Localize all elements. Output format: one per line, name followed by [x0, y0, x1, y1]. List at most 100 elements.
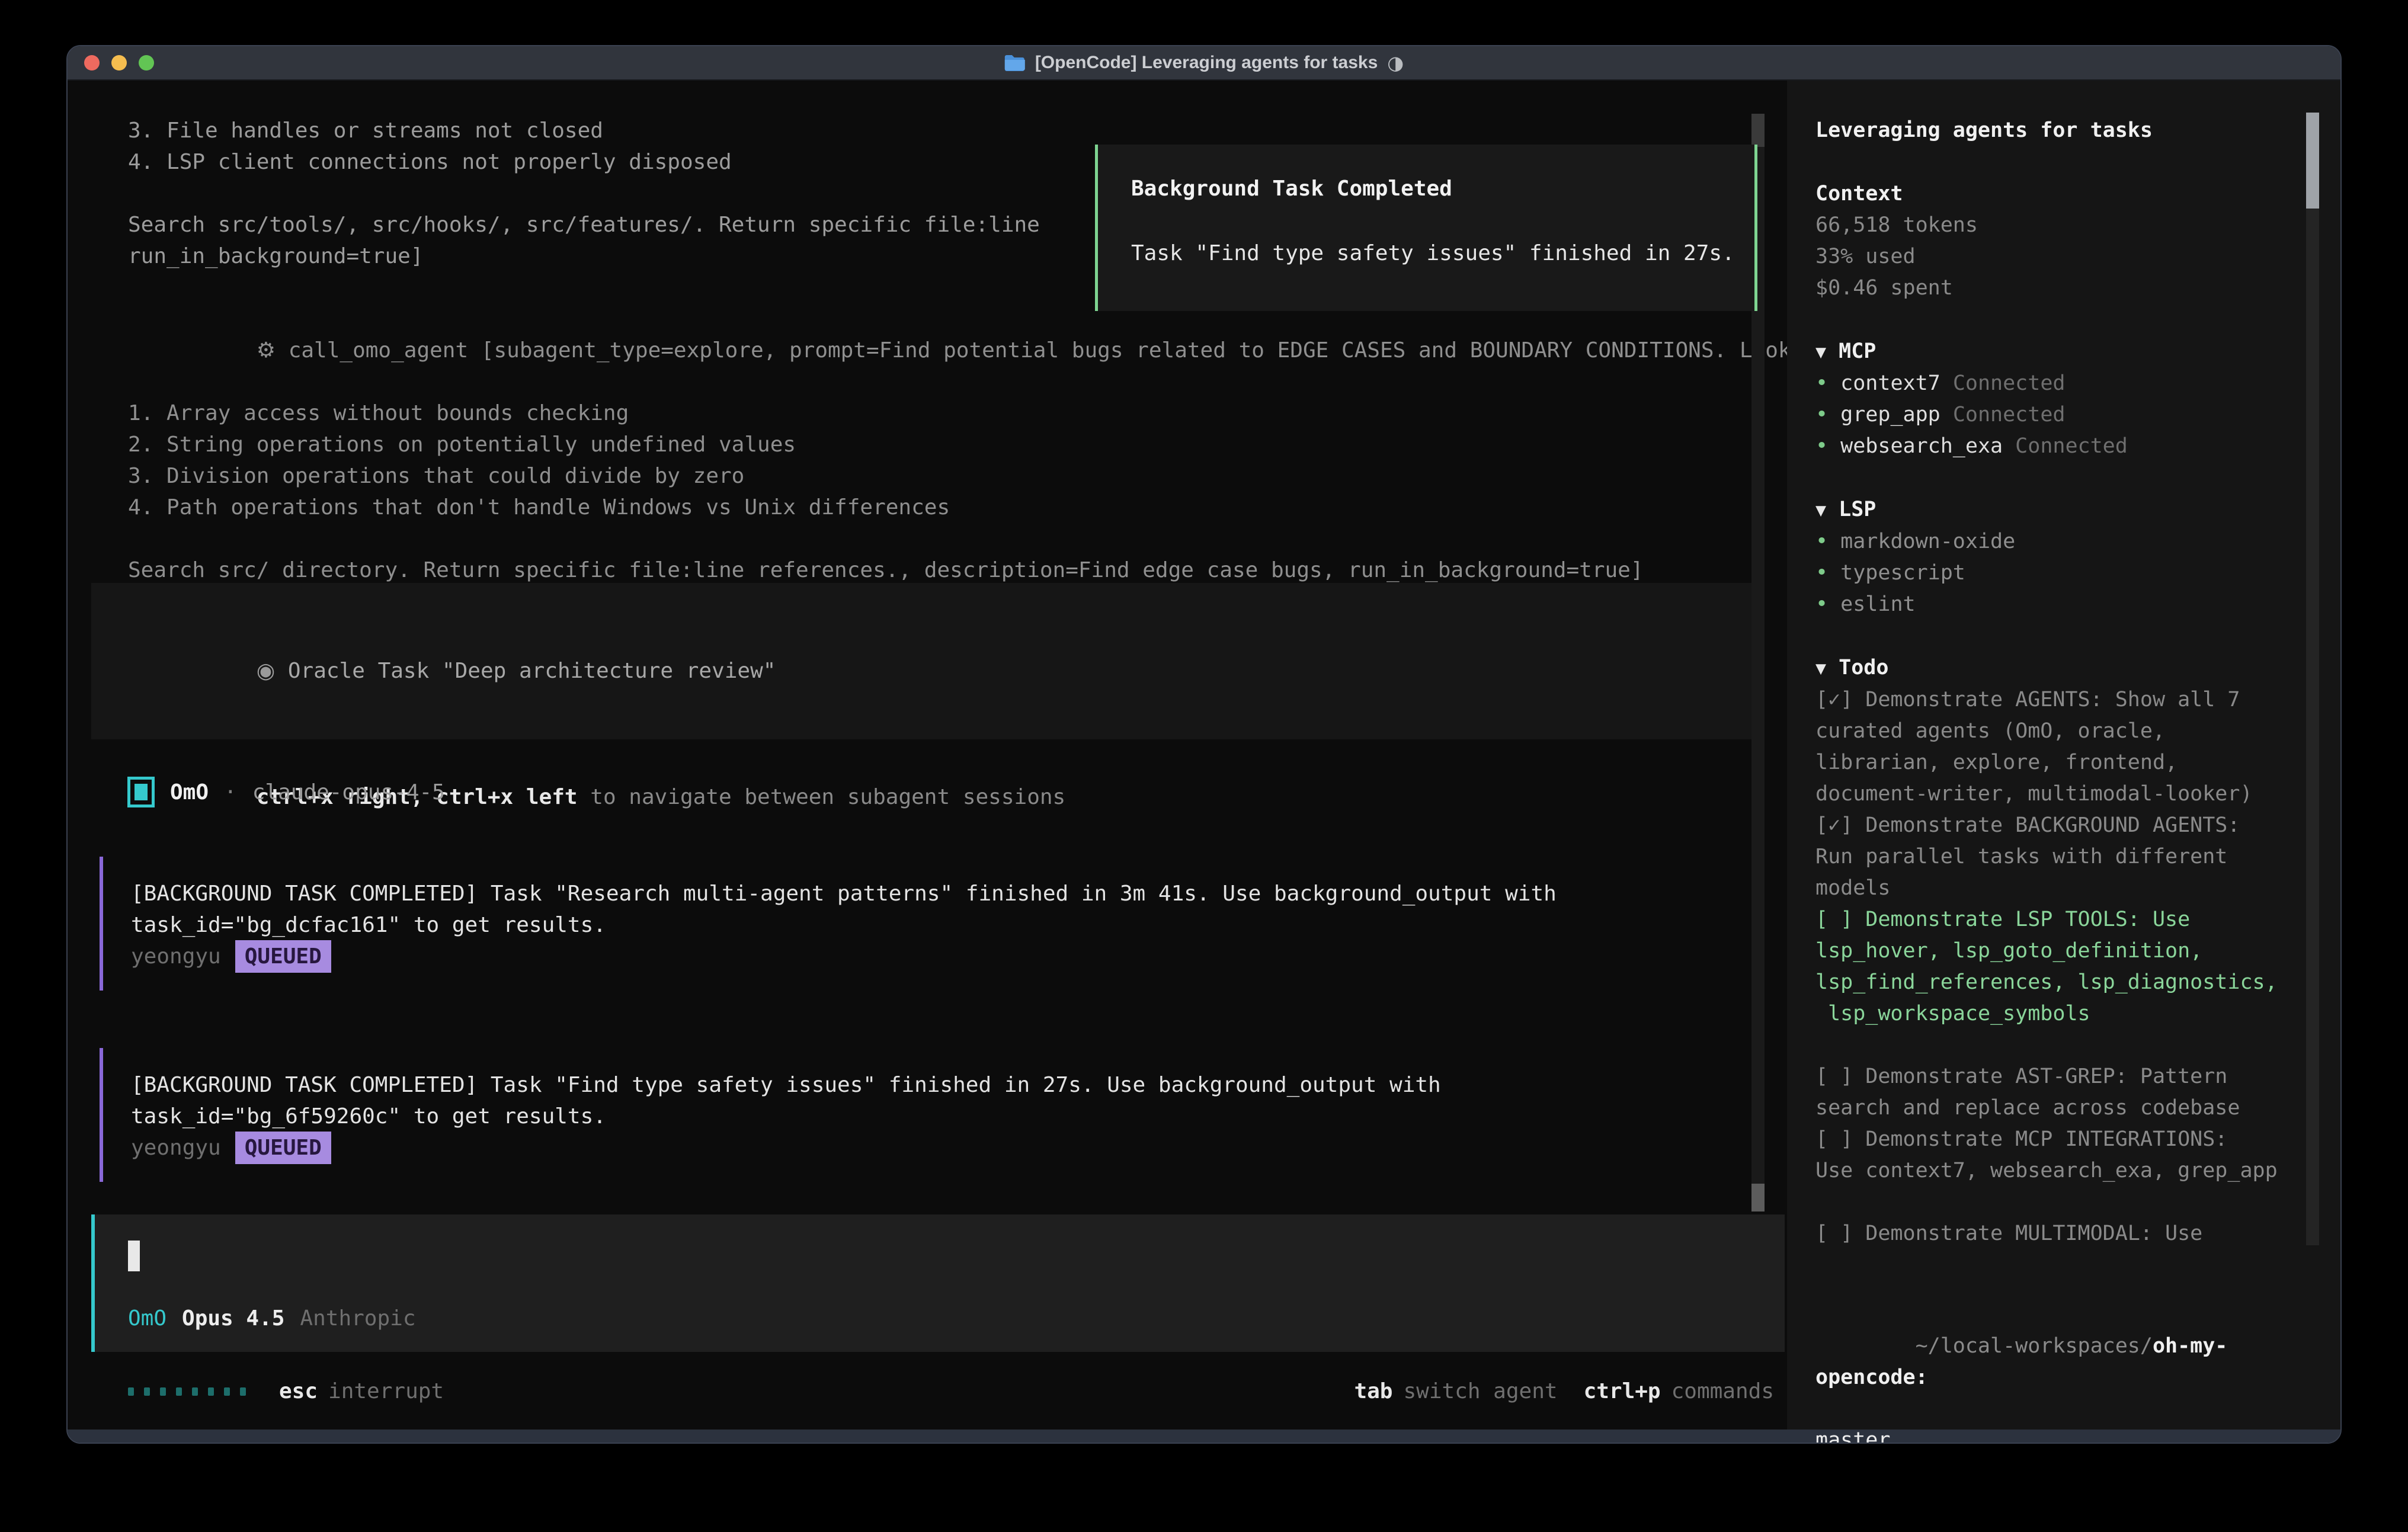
traffic-lights — [84, 55, 154, 70]
session-title: Leveraging agents for tasks — [1815, 115, 2284, 146]
tool-call-line — [128, 523, 1787, 555]
bullet-icon: • — [1815, 371, 1828, 395]
window-title-text: [OpenCode] Leveraging agents for tasks — [1035, 53, 1378, 73]
mcp-item: • context7 Connected — [1815, 368, 2284, 399]
context-used: 33% used — [1815, 241, 2284, 273]
lsp-item: • eslint — [1815, 589, 2284, 620]
text-cursor — [128, 1241, 140, 1271]
message-block: [BACKGROUND TASK COMPLETED] Task "Find t… — [100, 1048, 1735, 1182]
close-button[interactable] — [84, 55, 100, 70]
esc-key-hint: esc — [279, 1376, 318, 1407]
hint-description: to navigate between subagent sessions — [578, 785, 1066, 809]
todo-item-done: [✓] Demonstrate AGENTS: Show all 7 curat… — [1815, 684, 2284, 810]
mcp-item: • grep_app Connected — [1815, 399, 2284, 431]
ctrlp-key-hint: ctrl+p — [1584, 1376, 1661, 1407]
session-sidebar: Leveraging agents for tasks Context 66,5… — [1787, 81, 2340, 1430]
status-badge: QUEUED — [235, 940, 331, 973]
chevron-down-icon: ▼ — [1815, 342, 1826, 363]
window-title: [OpenCode] Leveraging agents for tasks ◑ — [1004, 52, 1404, 74]
oracle-task-icon: ◉ — [257, 659, 275, 683]
agent-separator: · — [224, 777, 237, 808]
tool-call-line: 4. Path operations that don't handle Win… — [128, 492, 1787, 523]
chevron-down-icon: ▼ — [1815, 500, 1826, 521]
agent-icon — [127, 777, 155, 807]
lsp-item: • markdown-oxide — [1815, 526, 2284, 557]
sidebar-scrollbar-track[interactable] — [2306, 113, 2319, 1245]
workspace-branch: master — [1815, 1425, 2284, 1444]
mcp-item: • websearch_exa Connected — [1815, 431, 2284, 462]
input-provider-name: Anthropic — [300, 1303, 415, 1334]
window-titlebar[interactable]: [OpenCode] Leveraging agents for tasks ◑ — [68, 46, 2340, 81]
tool-call-line: 1. Array access without bounds checking — [128, 398, 1787, 429]
scrollback-line: Search src/tools/, src/hooks/, src/featu… — [128, 209, 1040, 241]
sidebar-scrollbar-thumb[interactable] — [2306, 113, 2319, 209]
message-line: [BACKGROUND TASK COMPLETED] Task "Find t… — [131, 1069, 1735, 1101]
context-spent: $0.46 spent — [1815, 273, 2284, 304]
lsp-section-header[interactable]: ▼ LSP — [1815, 494, 2284, 526]
bullet-icon: • — [1815, 434, 1828, 458]
tool-call-block: ⚙ call_omo_agent [subagent_type=explore,… — [128, 303, 1787, 586]
oracle-task-panel: ◉ Oracle Task "Deep architecture review"… — [91, 583, 1751, 739]
mcp-section-header[interactable]: ▼ MCP — [1815, 336, 2284, 368]
tab-key-hint: tab — [1354, 1376, 1392, 1407]
tool-call-line: 3. Division operations that could divide… — [128, 460, 1787, 492]
context-section: Context 66,518 tokens 33% used $0.46 spe… — [1815, 178, 2284, 304]
workspace-path-prefix: ~/local-workspaces/ — [1916, 1334, 2153, 1358]
status-bar: esc interrupt tab switch agent ctrl+p co… — [128, 1376, 1774, 1407]
opencode-window: [OpenCode] Leveraging agents for tasks ◑… — [66, 45, 2342, 1444]
scrollback-text: 3. File handles or streams not closed 4.… — [128, 115, 1040, 272]
minimize-button[interactable] — [111, 55, 127, 70]
activity-indicator-icon: ◑ — [1387, 52, 1404, 74]
todo-item-pending: [ ] Demonstrate AST-GREP: Pattern search… — [1815, 1061, 2284, 1124]
message-block: [BACKGROUND TASK COMPLETED] Task "Resear… — [100, 857, 1735, 991]
lsp-section: ▼ LSP • markdown-oxide • typescript • es… — [1815, 494, 2284, 620]
todo-section: ▼ Todo [✓] Demonstrate AGENTS: Show all … — [1815, 652, 2284, 1249]
input-model-name: Opus 4.5 — [182, 1303, 284, 1334]
mcp-section: ▼ MCP • context7 Connected • grep_app Co… — [1815, 336, 2284, 462]
background-task-toast: Background Task Completed Task "Find typ… — [1095, 145, 1757, 311]
message-line: task_id="bg_dcfac161" to get results. — [131, 909, 1735, 941]
model-info-row: OmO Opus 4.5 Anthropic — [128, 1303, 416, 1334]
esc-key-label: interrupt — [328, 1376, 444, 1407]
status-badge: QUEUED — [235, 1132, 331, 1164]
scrollback-line: 3. File handles or streams not closed — [128, 115, 1040, 146]
gear-icon: ⚙ — [257, 338, 276, 363]
bullet-icon: • — [1815, 403, 1828, 427]
prompt-input[interactable]: OmO Opus 4.5 Anthropic — [91, 1214, 1785, 1352]
todo-item-pending: [ ] Demonstrate MCP INTEGRATIONS: Use co… — [1815, 1124, 2284, 1187]
lsp-item: • typescript — [1815, 557, 2284, 589]
agent-name: OmO — [170, 777, 209, 808]
toast-body: Task "Find type safety issues" finished … — [1131, 238, 1754, 269]
context-tokens: 66,518 tokens — [1815, 210, 2284, 241]
chevron-down-icon: ▼ — [1815, 658, 1826, 679]
scrollback-line — [128, 178, 1040, 209]
zoom-button[interactable] — [139, 55, 154, 70]
bullet-icon: • — [1815, 592, 1828, 616]
todo-item-pending: [ ] Demonstrate MULTIMODAL: Use — [1815, 1218, 2284, 1249]
tool-call-header: call_omo_agent [subagent_type=explore, p… — [276, 338, 1787, 363]
working-spinner-icon — [128, 1387, 246, 1396]
input-agent-name: OmO — [128, 1303, 166, 1334]
tool-call-line: 2. String operations on potentially unde… — [128, 429, 1787, 460]
todo-item-active: [ ] Demonstrate LSP TOOLS: Use lsp_hover… — [1815, 904, 2284, 1030]
folder-icon — [1004, 54, 1026, 72]
bullet-icon: • — [1815, 561, 1828, 585]
workspace-path: ~/local-workspaces/oh-my-opencode: maste… — [1815, 1299, 2284, 1444]
tool-call-line: Search src/ directory. Return specific f… — [128, 555, 1787, 586]
terminal-main-pane: 3. File handles or streams not closed 4.… — [68, 81, 1787, 1430]
message-user: yeongyu — [131, 1132, 221, 1164]
message-line: [BACKGROUND TASK COMPLETED] Task "Resear… — [131, 878, 1735, 909]
bullet-icon: • — [1815, 530, 1828, 553]
main-scrollbar-thumb[interactable] — [1751, 1184, 1765, 1212]
scrollback-line: 4. LSP client connections not properly d… — [128, 146, 1040, 178]
main-scrollbar-thumb-top[interactable] — [1751, 114, 1765, 147]
context-heading: Context — [1815, 178, 2284, 210]
agent-model: claude-opus-4-5 — [252, 777, 445, 808]
ctrlp-key-label: commands — [1671, 1376, 1774, 1407]
toast-title: Background Task Completed — [1131, 173, 1754, 204]
message-line: task_id="bg_6f59260c" to get results. — [131, 1101, 1735, 1132]
tab-key-label: switch agent — [1403, 1376, 1557, 1407]
message-user: yeongyu — [131, 941, 221, 972]
oracle-task-title: Oracle Task "Deep architecture review" — [275, 659, 776, 683]
todo-section-header[interactable]: ▼ Todo — [1815, 652, 2284, 684]
